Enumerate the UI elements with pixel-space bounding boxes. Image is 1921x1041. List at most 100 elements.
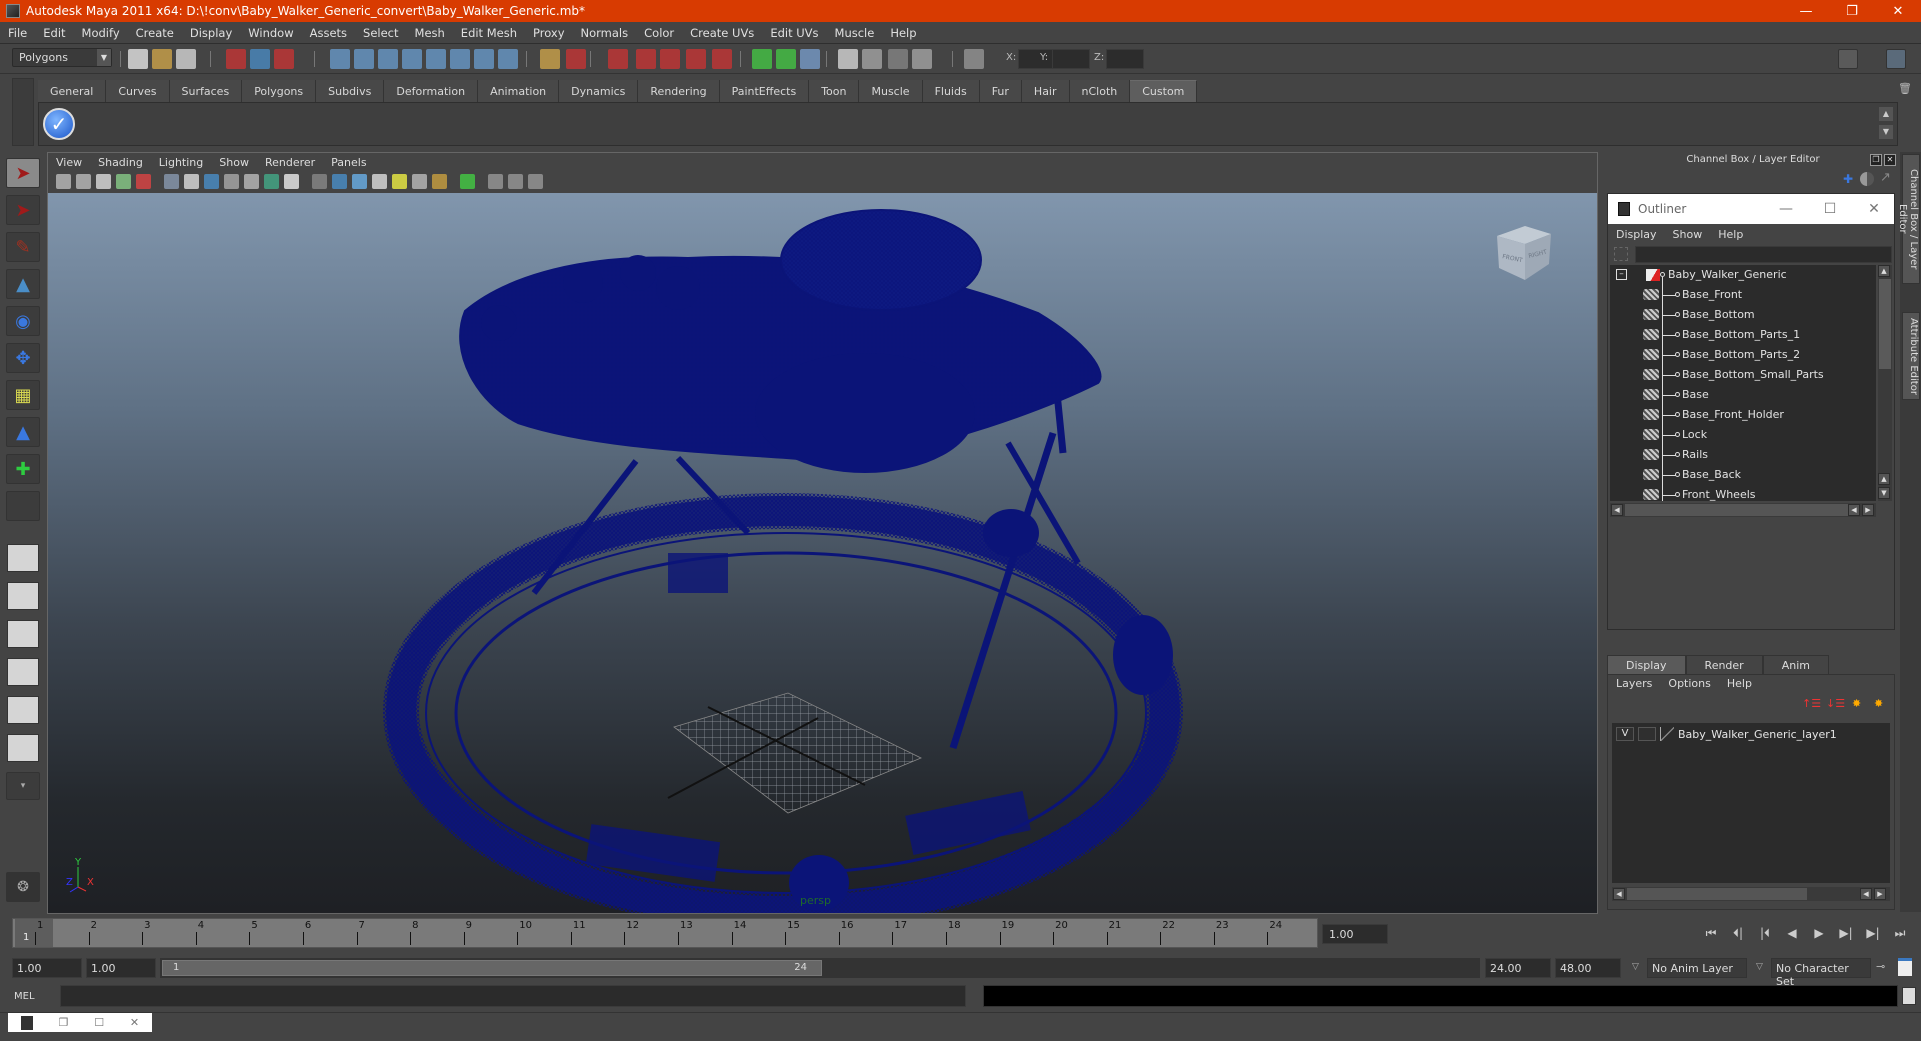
menu-edit[interactable]: Edit	[35, 26, 73, 40]
menu-select[interactable]: Select	[355, 26, 406, 40]
channel-display-icon[interactable]	[1860, 172, 1874, 186]
create-empty-layer-icon[interactable]: ✸	[1852, 697, 1870, 713]
layer-menu-options[interactable]: Options	[1660, 677, 1718, 693]
outliner-close-button[interactable]: ✕	[1854, 194, 1894, 224]
shelf-scroll-down[interactable]: ▼	[1879, 125, 1893, 139]
highlight-selection-icon[interactable]	[460, 174, 475, 189]
menu-edit-uvs[interactable]: Edit UVs	[762, 26, 826, 40]
current-frame-field[interactable]: 1.00	[1322, 924, 1388, 944]
single-perspective-layout-button[interactable]	[7, 544, 39, 572]
minimize-button[interactable]: —	[1783, 0, 1829, 22]
outliner-item[interactable]: Base_Front	[1610, 285, 1876, 305]
outliner-persp-layout-button[interactable]	[7, 620, 39, 648]
highlight-selection-icon[interactable]	[566, 49, 586, 69]
layout-more-button[interactable]: ▾	[6, 772, 40, 800]
layer-tab-anim[interactable]: Anim	[1762, 655, 1829, 674]
shelf-tab-polygons[interactable]: Polygons	[242, 80, 317, 102]
layer-color-swatch[interactable]	[1660, 727, 1674, 741]
outliner-vertical-scrollbar[interactable]: ▲ ▲ ▼	[1878, 265, 1892, 501]
maya-logo-icon[interactable]: ❂	[6, 872, 40, 902]
menu-modify[interactable]: Modify	[74, 26, 128, 40]
scroll-left-arrow-2[interactable]: ◀	[1848, 504, 1860, 516]
menu-assets[interactable]: Assets	[302, 26, 355, 40]
playback-end-field[interactable]: 24.00	[1485, 958, 1551, 978]
film-gate-icon[interactable]	[184, 174, 199, 189]
xray-components-icon[interactable]	[528, 174, 543, 189]
shelf-tab-general[interactable]: General	[38, 80, 107, 102]
outliner-maximize-button[interactable]: ☐	[1810, 194, 1850, 224]
isolate-select-icon[interactable]	[136, 174, 151, 189]
start-time-field[interactable]: 1.00	[12, 958, 82, 978]
shelf-tab-painteffects[interactable]: PaintEffects	[719, 80, 810, 102]
menu-color[interactable]: Color	[636, 26, 682, 40]
shelf-tab-subdivs[interactable]: Subdivs	[316, 80, 385, 102]
channel-box-toggle-icon[interactable]	[1886, 49, 1906, 69]
viewport-menu-panels[interactable]: Panels	[323, 156, 374, 169]
menu-file[interactable]: File	[0, 26, 35, 40]
range-slider[interactable]: 1 24	[160, 958, 1480, 978]
outliner-item[interactable]: Base_Front_Holder	[1610, 405, 1876, 425]
tool-settings-toggle-icon[interactable]	[1862, 49, 1882, 69]
viewport-menu-lighting[interactable]: Lighting	[151, 156, 211, 169]
transform-mode-icon[interactable]	[964, 49, 984, 69]
shelf-tab-rendering[interactable]: Rendering	[638, 80, 720, 102]
script-editor-icon[interactable]	[1902, 987, 1916, 1005]
make-live-icon[interactable]	[712, 49, 732, 69]
menu-proxy[interactable]: Proxy	[525, 26, 573, 40]
select-misc-icon[interactable]	[498, 49, 518, 69]
outliner-item[interactable]: Front_Wheels	[1610, 485, 1876, 501]
go-to-end-button[interactable]: ⏭	[1889, 926, 1911, 942]
resolution-gate-icon[interactable]	[204, 174, 219, 189]
outliner-item[interactable]: Base_Bottom	[1610, 305, 1876, 325]
universal-manipulator-button[interactable]: ▦	[6, 380, 40, 410]
close-panel-button[interactable]: ✕	[1884, 154, 1896, 166]
minimized-window[interactable]: ❐ ☐ ✕	[8, 1013, 152, 1032]
select-deformations-icon[interactable]	[426, 49, 446, 69]
shelf-tab-surfaces[interactable]: Surfaces	[169, 80, 243, 102]
select-by-component-icon[interactable]	[274, 49, 294, 69]
last-tool-button[interactable]	[6, 491, 40, 521]
persp-graph-hypergraph-layout-button[interactable]	[7, 734, 39, 762]
time-slider[interactable]: 1 1 2 3 4 5 6 7 8 9 10 11 12 13 14 15 16 17 18 19 20 21 22 23 2…	[12, 918, 1318, 948]
new-scene-icon[interactable]	[128, 49, 148, 69]
end-time-field[interactable]: 48.00	[1555, 958, 1621, 978]
restore-button[interactable]: ❐	[1829, 0, 1875, 22]
minimized-close-button[interactable]: ✕	[130, 1016, 139, 1029]
outliner-root-row[interactable]: – Baby_Walker_Generic	[1610, 265, 1876, 285]
layer-tab-display[interactable]: Display	[1607, 655, 1686, 674]
animation-preferences-icon[interactable]	[1898, 958, 1912, 976]
trash-icon[interactable]: 🗑	[1898, 82, 1912, 98]
outliner-menu-help[interactable]: Help	[1710, 228, 1751, 241]
lock-selection-icon[interactable]	[540, 49, 560, 69]
collapse-icon[interactable]: –	[1616, 269, 1627, 280]
checkmark-icon[interactable]: ✓	[43, 108, 75, 140]
input-operations-icon[interactable]	[752, 49, 772, 69]
select-handles-icon[interactable]	[330, 49, 350, 69]
move-tool-button[interactable]: ▲	[6, 269, 40, 299]
arrow-icon[interactable]: ↗	[1880, 170, 1894, 185]
shadows-icon[interactable]	[412, 174, 427, 189]
xray-icon[interactable]	[488, 174, 503, 189]
select-by-hierarchy-icon[interactable]	[226, 49, 246, 69]
minimized-restore-button[interactable]: ❐	[59, 1016, 69, 1029]
smooth-shade-icon[interactable]	[332, 174, 347, 189]
select-rendering-icon[interactable]	[474, 49, 494, 69]
output-operations-icon[interactable]	[776, 49, 796, 69]
scroll-thumb[interactable]	[1879, 279, 1891, 369]
snap-to-view-planes-icon[interactable]	[686, 49, 706, 69]
hypershade-persp-layout-button[interactable]	[7, 696, 39, 724]
outliner-title-bar[interactable]: Outliner — ☐ ✕	[1608, 194, 1894, 224]
outliner-item[interactable]: Base	[1610, 385, 1876, 405]
scroll-left-arrow[interactable]: ◀	[1611, 504, 1623, 516]
menu-mesh[interactable]: Mesh	[407, 26, 453, 40]
outliner-item[interactable]: Rails	[1610, 445, 1876, 465]
h-scroll-thumb[interactable]	[1625, 504, 1849, 516]
menu-help[interactable]: Help	[882, 26, 924, 40]
layer-menu-layers[interactable]: Layers	[1608, 677, 1660, 693]
range-slider-bar[interactable]: 1 24	[162, 960, 822, 976]
render-view-icon[interactable]	[838, 49, 858, 69]
snap-to-curves-icon[interactable]	[636, 49, 656, 69]
construction-history-icon[interactable]	[800, 49, 820, 69]
outliner-menu-display[interactable]: Display	[1608, 228, 1665, 241]
paint-select-tool-button[interactable]: ✎	[6, 232, 40, 262]
